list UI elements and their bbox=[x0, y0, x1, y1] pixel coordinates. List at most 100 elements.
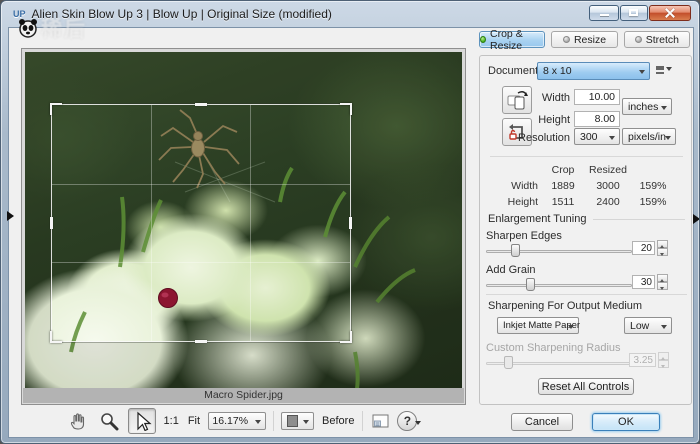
resolution-units-value: pixels/in bbox=[628, 131, 666, 143]
crop-handle-top[interactable] bbox=[195, 103, 207, 106]
resolution-value: 300 bbox=[580, 131, 598, 143]
preset-menu-button[interactable] bbox=[656, 66, 672, 74]
sharpen-amount-dropdown[interactable]: Low bbox=[624, 317, 672, 334]
resized-width-value: 3000 bbox=[584, 180, 632, 192]
maximize-button[interactable] bbox=[620, 5, 648, 21]
cancel-button[interactable]: Cancel bbox=[511, 413, 573, 431]
column-header-crop: Crop bbox=[542, 164, 584, 176]
width-field[interactable]: 10.00 bbox=[574, 89, 620, 105]
zoom-level-value: 16.17% bbox=[212, 415, 248, 427]
panel-toggle-button[interactable] bbox=[370, 411, 390, 431]
green-dot-icon bbox=[480, 36, 486, 43]
help-button[interactable]: ? bbox=[397, 411, 417, 431]
resolution-dropdown[interactable]: 300 bbox=[574, 128, 620, 145]
tab-crop-and-resize[interactable]: Crop & Resize bbox=[479, 31, 545, 48]
spin-down-button[interactable] bbox=[657, 248, 668, 256]
preview-toolbar: 1:1 Fit 16.17% Before ? bbox=[21, 407, 466, 435]
background-color-dropdown[interactable] bbox=[281, 412, 314, 430]
tab-label: Crop & Resize bbox=[490, 28, 544, 52]
slider-thumb[interactable] bbox=[511, 244, 520, 257]
output-medium-dropdown[interactable]: Inkjet Matte Paper bbox=[497, 317, 579, 334]
custom-radius-spinner bbox=[658, 352, 669, 368]
sharpen-edges-slider[interactable] bbox=[486, 244, 632, 258]
ok-label: OK bbox=[618, 416, 634, 428]
minimize-button[interactable] bbox=[589, 5, 619, 21]
zoom-tool-button[interactable] bbox=[97, 409, 121, 433]
units-dropdown[interactable]: inches bbox=[622, 98, 672, 115]
add-grain-spinner bbox=[657, 274, 668, 290]
custom-radius-label: Custom Sharpening Radius bbox=[486, 342, 621, 354]
crop-height-value: 1511 bbox=[542, 196, 584, 208]
mode-tabs: Crop & Resize Resize Stretch bbox=[479, 31, 690, 48]
custom-radius-field: 3.25 bbox=[629, 353, 656, 367]
crop-handle-left[interactable] bbox=[50, 217, 53, 229]
section-title-text: Enlargement Tuning bbox=[488, 213, 586, 225]
crop-gridline bbox=[52, 262, 350, 263]
tab-label: Resize bbox=[574, 34, 606, 46]
crop-handle-right[interactable] bbox=[349, 217, 352, 229]
add-grain-field[interactable]: 30 bbox=[632, 275, 655, 289]
sharpen-edges-spinner bbox=[657, 240, 668, 256]
document-size-dropdown[interactable]: 8 x 10 bbox=[537, 62, 650, 80]
document-size-value: 8 x 10 bbox=[543, 65, 572, 77]
height-label: Height bbox=[514, 114, 570, 126]
sharpen-edges-field[interactable]: 20 bbox=[632, 241, 655, 255]
row-label: Width bbox=[494, 180, 542, 192]
sharpen-amount-value: Low bbox=[630, 320, 649, 332]
help-menu-caret-icon[interactable] bbox=[415, 421, 421, 428]
crop-handle-top-right[interactable] bbox=[340, 103, 352, 115]
crop-handle-bottom-left[interactable] bbox=[50, 331, 62, 343]
custom-radius-slider bbox=[486, 356, 632, 370]
spin-up-button[interactable] bbox=[657, 274, 668, 282]
crop-handle-bottom[interactable] bbox=[195, 340, 207, 343]
window-title: Alien Skin Blow Up 3 | Blow Up | Origina… bbox=[32, 7, 332, 21]
sharpen-edges-value: 20 bbox=[641, 243, 652, 254]
resolution-units-dropdown[interactable]: pixels/in bbox=[622, 128, 676, 145]
crop-handle-bottom-right[interactable] bbox=[340, 331, 352, 343]
left-flyout-arrow[interactable] bbox=[7, 211, 19, 221]
height-field[interactable]: 8.00 bbox=[574, 111, 620, 127]
hand-tool-button[interactable] bbox=[66, 409, 90, 433]
panel-layout-icon bbox=[372, 414, 389, 428]
right-flyout-arrow[interactable] bbox=[693, 214, 700, 224]
add-grain-label: Add Grain bbox=[486, 264, 536, 276]
magnifier-icon bbox=[99, 411, 119, 431]
tab-resize[interactable]: Resize bbox=[551, 31, 617, 48]
settings-panel: Document Size 8 x 10 Width bbox=[479, 55, 692, 405]
row-label: Height bbox=[494, 196, 542, 208]
photo-preview[interactable] bbox=[25, 52, 462, 389]
resized-height-value: 2400 bbox=[584, 196, 632, 208]
ok-button[interactable]: OK bbox=[592, 413, 660, 431]
add-grain-slider[interactable] bbox=[486, 278, 632, 292]
enlargement-tuning-title: Enlargement Tuning bbox=[488, 213, 685, 225]
spin-down-button[interactable] bbox=[657, 282, 668, 290]
cursor-arrow-icon bbox=[132, 411, 152, 431]
toolbar-divider bbox=[362, 411, 363, 431]
height-percent-value: 159% bbox=[632, 196, 674, 208]
crop-size-table: Crop Resized Width 1889 3000 159% Height… bbox=[494, 162, 674, 210]
crop-tool-button[interactable] bbox=[128, 408, 156, 434]
crop-handle-top-left[interactable] bbox=[50, 103, 62, 115]
reset-label: Reset All Controls bbox=[542, 381, 629, 393]
actual-size-button[interactable]: 1:1 bbox=[163, 415, 180, 427]
zoom-level-dropdown[interactable]: 16.17% bbox=[208, 412, 266, 430]
slider-thumb bbox=[504, 356, 513, 369]
separator bbox=[486, 294, 687, 295]
custom-radius-value: 3.25 bbox=[634, 355, 653, 366]
fit-button[interactable]: Fit bbox=[187, 415, 201, 427]
before-button[interactable]: Before bbox=[321, 415, 355, 427]
spin-up-button[interactable] bbox=[657, 240, 668, 248]
add-grain-value: 30 bbox=[641, 277, 652, 288]
close-button[interactable] bbox=[649, 5, 691, 21]
tab-stretch[interactable]: Stretch bbox=[624, 31, 690, 48]
preview-panel: Macro Spider.jpg bbox=[21, 48, 466, 405]
crop-gridline bbox=[52, 184, 350, 185]
spin-up-button bbox=[658, 352, 669, 360]
maximize-icon bbox=[629, 9, 638, 16]
minimize-icon bbox=[600, 14, 609, 16]
width-label: Width bbox=[514, 92, 570, 104]
slider-thumb[interactable] bbox=[526, 278, 535, 291]
reset-all-controls-button[interactable]: Reset All Controls bbox=[538, 378, 634, 395]
crop-rectangle[interactable] bbox=[51, 104, 351, 342]
spin-down-button bbox=[658, 360, 669, 368]
